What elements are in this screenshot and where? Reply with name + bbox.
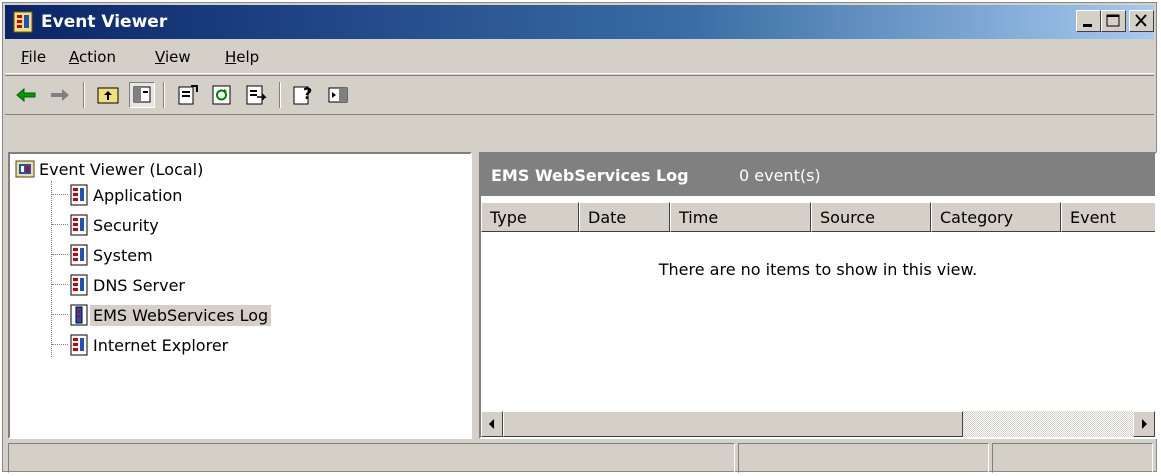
event-viewer-app-icon [13,11,33,33]
help-icon: ? [293,84,312,105]
tree-connector [52,224,68,226]
tree-connector [52,314,68,316]
empty-list-message: There are no items to show in this view. [658,260,978,279]
maximize-icon [1106,14,1120,27]
title-bar[interactable]: Event Viewer [5,5,1154,39]
console-tree[interactable]: Event Viewer (Local) Application Securit… [8,152,472,439]
scroll-left-button[interactable] [481,411,503,437]
tree-connector [52,254,68,256]
tree-item-system[interactable]: System [68,242,156,268]
column-header-row: Type Date Time Source Category Event [481,202,1155,232]
tree-item-label: Security [93,215,159,235]
column-header-source[interactable]: Source [811,202,931,232]
back-button[interactable] [13,82,39,108]
tree-item-dns-server[interactable]: DNS Server [68,272,188,298]
status-panel-2 [738,443,989,473]
show-hide-tree-icon [133,86,151,103]
up-icon [97,87,119,104]
menu-help[interactable]: Help [225,48,259,66]
column-header-time[interactable]: Time [670,202,811,232]
menu-file[interactable]: File [21,48,46,66]
maximize-button[interactable] [1101,10,1126,32]
export-list-button[interactable] [243,82,269,108]
tree-item-application[interactable]: Application [68,182,185,208]
tree-connector [52,194,68,196]
scroll-left-icon [489,419,494,429]
toolbar-separator [279,82,281,108]
scroll-right-icon [1142,419,1147,429]
forward-icon [51,89,69,101]
minimize-button[interactable] [1076,10,1101,32]
menu-file-rest: ile [28,48,47,66]
tree-connector [52,344,68,346]
tree-connector [52,284,68,286]
tree-root-label: Event Viewer (Local) [39,159,204,179]
export-list-icon [246,85,267,105]
toolbar: ? [5,75,1154,115]
help-button[interactable]: ? [291,82,317,108]
column-header-category[interactable]: Category [931,202,1061,232]
event-log-icon [70,274,88,296]
tree-item-label: Application [93,185,183,205]
show-hide-action-pane-button[interactable] [325,82,351,108]
up-one-level-button[interactable] [95,82,121,108]
show-hide-action-pane-icon [328,87,348,103]
refresh-button[interactable] [209,82,235,108]
menu-action-rest: ction [79,48,116,66]
column-header-date[interactable]: Date [579,202,670,232]
tree-connector [51,181,53,357]
event-viewer-window: Event Viewer File Action View Help ? Eve… [2,2,1157,473]
status-panel-main [8,443,735,473]
forward-button[interactable] [47,82,73,108]
event-log-icon [70,244,88,266]
status-panel-3 [992,443,1153,473]
event-log-open-icon [70,304,88,326]
log-name: EMS WebServices Log [491,166,689,185]
menu-view[interactable]: View [155,48,191,66]
tree-item-label: Internet Explorer [93,335,229,355]
event-viewer-icon [15,160,35,178]
menu-help-rest: elp [236,48,260,66]
event-count: 0 event(s) [739,166,821,185]
tree-item-label: System [93,245,153,265]
refresh-icon [212,85,231,105]
menu-view-rest: iew [164,48,191,66]
close-button[interactable] [1129,10,1154,32]
event-log-icon [70,334,88,356]
show-hide-tree-button[interactable] [129,82,155,108]
event-log-icon [70,214,88,236]
event-log-icon [70,184,88,206]
close-icon [1135,14,1147,27]
scroll-thumb[interactable] [503,411,963,437]
tree-item-internet-explorer[interactable]: Internet Explorer [68,332,231,358]
column-header-event[interactable]: Event [1061,202,1155,232]
menu-action[interactable]: Action [69,48,116,66]
column-header-type[interactable]: Type [481,202,579,232]
tree-item-ems-webservices-log[interactable]: EMS WebServices Log [68,302,272,328]
minimize-icon [1083,24,1092,27]
svg-text:?: ? [303,84,312,103]
back-icon [16,87,36,103]
tree-root-event-viewer-local[interactable]: Event Viewer (Local) [14,156,206,182]
tree-item-label: EMS WebServices Log [90,304,272,326]
menu-bar: File Action View Help [5,41,1154,74]
tree-item-label: DNS Server [93,275,185,295]
toolbar-separator [83,82,85,108]
tree-item-security[interactable]: Security [68,212,162,238]
properties-button[interactable] [175,82,201,108]
status-bar [8,443,1153,473]
scroll-right-button[interactable] [1133,411,1155,437]
details-pane: EMS WebServices Log 0 event(s) Type Date… [479,152,1157,439]
toolbar-separator [163,82,165,108]
properties-icon [178,85,198,105]
window-title: Event Viewer [41,12,168,32]
details-header: EMS WebServices Log 0 event(s) [481,154,1155,196]
horizontal-scrollbar[interactable] [481,411,1155,437]
